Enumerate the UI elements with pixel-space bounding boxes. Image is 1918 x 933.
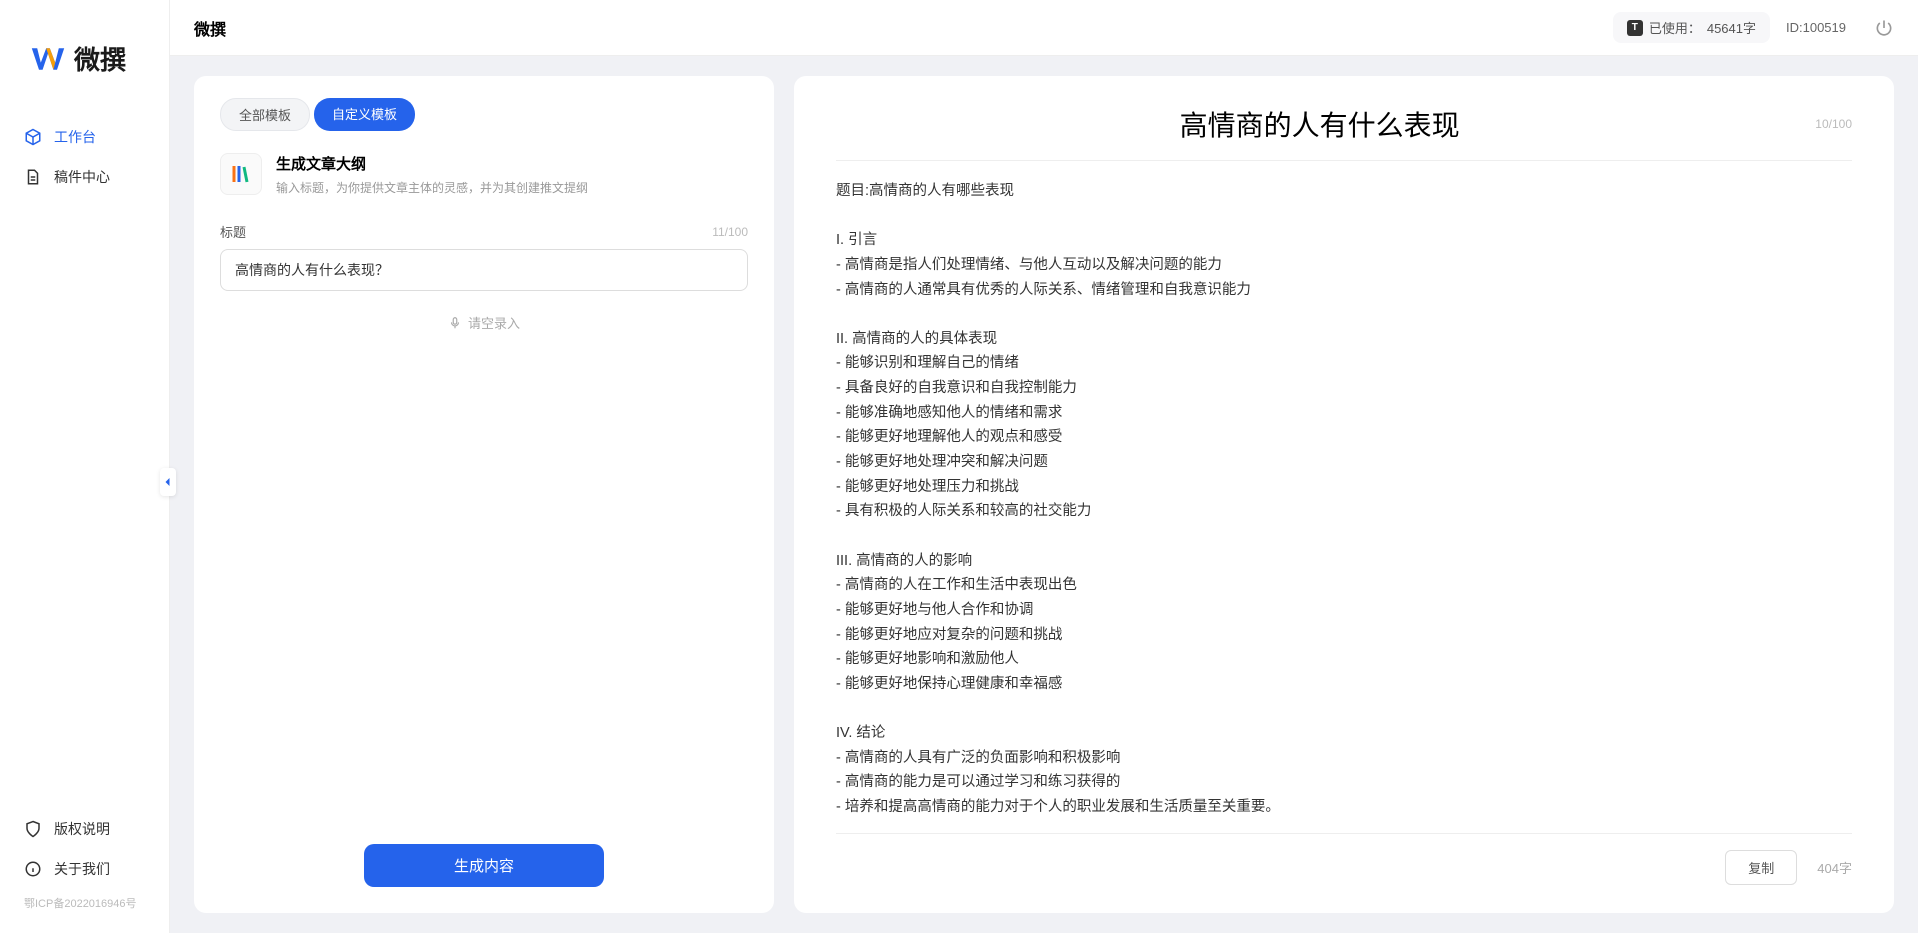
output-panel: 高情商的人有什么表现 10/100 题目:高情商的人有哪些表现 I. 引言 - …: [794, 76, 1894, 913]
output-header-counter: 10/100: [1815, 117, 1852, 131]
cube-icon: [24, 128, 42, 146]
sidebar-collapse-button[interactable]: [160, 468, 176, 496]
main-area: 微撰 T 已使用： 45641字 ID:100519 全部模板 自定义模板 生成…: [170, 0, 1918, 933]
nav-label: 稿件中心: [54, 167, 110, 187]
nav-label: 工作台: [54, 127, 96, 147]
info-icon: [24, 860, 42, 878]
power-icon[interactable]: [1874, 18, 1894, 38]
topbar-title: 微撰: [194, 16, 1597, 40]
output-title: 高情商的人有什么表现: [836, 104, 1803, 144]
nav-footer: 版权说明 关于我们 鄂ICP备2022016946号: [0, 799, 169, 933]
generate-button[interactable]: 生成内容: [364, 844, 604, 887]
logo-icon: [30, 41, 66, 77]
field-label: 标题: [220, 222, 246, 241]
microphone-icon: [448, 316, 462, 330]
tab-row: 全部模板 自定义模板: [220, 98, 748, 131]
nav-label: 版权说明: [54, 819, 110, 839]
sidebar-item-drafts[interactable]: 稿件中心: [0, 157, 169, 197]
id-label: ID:100519: [1786, 20, 1846, 35]
topbar: 微撰 T 已使用： 45641字 ID:100519: [170, 0, 1918, 56]
template-title: 生成文章大纲: [276, 153, 748, 174]
output-header: 高情商的人有什么表现 10/100: [836, 104, 1852, 161]
title-input[interactable]: [220, 249, 748, 291]
char-counter: 11/100: [712, 225, 748, 239]
tab-all-templates[interactable]: 全部模板: [220, 98, 310, 131]
nav-main: 工作台 稿件中心: [0, 107, 169, 799]
text-icon: T: [1627, 20, 1643, 36]
word-count: 404字: [1817, 858, 1852, 877]
sidebar-item-workbench[interactable]: 工作台: [0, 117, 169, 157]
voice-hint: 请空录入: [468, 313, 520, 332]
sidebar-item-copyright[interactable]: 版权说明: [0, 809, 169, 849]
usage-value: 45641字: [1707, 18, 1756, 37]
template-desc: 输入标题，为你提供文章主体的灵感，并为其创建推文提纲: [276, 179, 748, 196]
doc-icon: [24, 168, 42, 186]
input-panel: 全部模板 自定义模板 生成文章大纲 输入标题，为你提供文章主体的灵感，并为其创建…: [194, 76, 774, 913]
output-body[interactable]: 题目:高情商的人有哪些表现 I. 引言 - 高情商是指人们处理情绪、与他人互动以…: [836, 179, 1852, 821]
copy-button[interactable]: 复制: [1725, 850, 1797, 885]
template-info: 生成文章大纲 输入标题，为你提供文章主体的灵感，并为其创建推文提纲: [276, 153, 748, 196]
shield-icon: [24, 820, 42, 838]
output-footer: 复制 404字: [836, 833, 1852, 885]
sidebar-item-about[interactable]: 关于我们: [0, 849, 169, 889]
content-area: 全部模板 自定义模板 生成文章大纲 输入标题，为你提供文章主体的灵感，并为其创建…: [170, 56, 1918, 933]
sidebar: 微撰 工作台 稿件中心 版权说明 关于我们 鄂ICP备2: [0, 0, 170, 933]
nav-label: 关于我们: [54, 859, 110, 879]
usage-prefix: 已使用：: [1649, 18, 1701, 37]
tab-custom-templates[interactable]: 自定义模板: [314, 98, 415, 131]
template-card[interactable]: 生成文章大纲 输入标题，为你提供文章主体的灵感，并为其创建推文提纲: [220, 153, 748, 196]
chevron-left-icon: [162, 476, 174, 488]
usage-pill[interactable]: T 已使用： 45641字: [1613, 12, 1770, 43]
voice-input-button[interactable]: 请空录入: [220, 313, 748, 332]
template-icon: [220, 153, 262, 195]
icp-text: 鄂ICP备2022016946号: [0, 889, 169, 923]
field-label-row: 标题 11/100: [220, 222, 748, 241]
logo[interactable]: 微撰: [0, 0, 169, 107]
logo-text: 微撰: [74, 40, 126, 77]
